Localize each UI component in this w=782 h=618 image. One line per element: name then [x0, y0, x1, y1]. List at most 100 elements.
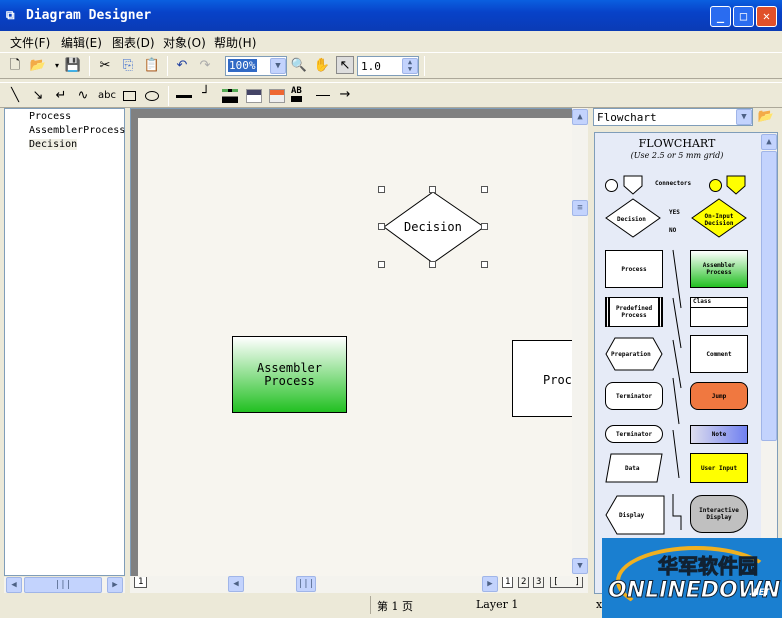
new-icon[interactable]: 🗋: [6, 57, 24, 75]
palette-class-shape[interactable]: Class: [690, 297, 748, 327]
chevron-down-icon[interactable]: ▼: [736, 109, 752, 125]
scroll-left-icon[interactable]: ◀: [228, 576, 244, 592]
rectangle-tool-icon[interactable]: [123, 91, 136, 101]
select-pointer-icon[interactable]: ↖: [336, 56, 354, 74]
palette-scrollbar[interactable]: ▲: [761, 133, 777, 593]
selection-handle[interactable]: [378, 223, 385, 230]
menu-edit[interactable]: 编辑(E): [61, 34, 102, 51]
flow-arrows: [672, 249, 682, 530]
connectors-label: Connectors: [655, 180, 692, 187]
load-palette-icon[interactable]: 📂: [757, 108, 775, 126]
scroll-thumb[interactable]: [761, 151, 777, 441]
scroll-down-icon[interactable]: ▼: [572, 558, 588, 574]
tree-item-decision[interactable]: Decision: [29, 139, 78, 150]
title-bar: ⧉ Diagram Designer _ □ ✕: [0, 0, 782, 31]
maximize-button[interactable]: □: [733, 6, 754, 27]
arrow-style-icon[interactable]: →: [336, 86, 354, 104]
palette-process-shape[interactable]: Process: [605, 250, 663, 288]
page-tab-3[interactable]: 3: [533, 577, 545, 588]
line-color-icon[interactable]: [222, 89, 238, 103]
hand-pan-icon[interactable]: ✋: [313, 57, 331, 75]
scroll-up-icon[interactable]: ▲: [761, 134, 777, 150]
scroll-right-icon[interactable]: ▶: [482, 576, 498, 592]
selection-handle[interactable]: [481, 261, 488, 268]
selection-handle[interactable]: [481, 186, 488, 193]
redo-icon[interactable]: ↷: [196, 57, 214, 75]
layer-tab[interactable]: 1: [134, 577, 148, 588]
open-icon[interactable]: 📂: [29, 57, 47, 75]
connector-tool-icon[interactable]: ↵: [52, 87, 70, 105]
connector-circle-shape[interactable]: [605, 179, 618, 192]
drawing-canvas[interactable]: Decision Assembler Process Proc: [138, 118, 582, 576]
palette-note-shape[interactable]: Note: [690, 425, 748, 444]
line-style-icon[interactable]: [316, 95, 330, 96]
selection-handle[interactable]: [378, 186, 385, 193]
page-tab-2[interactable]: 2: [518, 577, 530, 588]
palette-terminator-rounded-shape[interactable]: Terminator: [605, 425, 663, 443]
scroll-thumb[interactable]: |||: [296, 576, 316, 592]
arrow-tool-icon[interactable]: ↘: [29, 87, 47, 105]
selection-handle[interactable]: [429, 261, 436, 268]
scroll-right-icon[interactable]: ▶: [107, 577, 123, 593]
page-tab-new[interactable]: [ ]: [550, 577, 584, 588]
tree-horizontal-scrollbar[interactable]: ◀ ||| ▶: [4, 577, 125, 593]
assembler-process-shape[interactable]: Assembler Process: [232, 336, 347, 413]
line-width-input[interactable]: 1.0 ▲ ▼: [357, 56, 419, 76]
spinner-icon[interactable]: ▲ ▼: [402, 58, 418, 74]
menu-object[interactable]: 对象(O): [163, 34, 206, 51]
palette-predefined-shape[interactable]: Predefined Process: [605, 297, 663, 327]
line-thickness-icon[interactable]: [176, 95, 192, 98]
minimize-button[interactable]: _: [710, 6, 731, 27]
palette-select[interactable]: Flowchart ▼: [593, 108, 753, 126]
canvas-vertical-scrollbar[interactable]: ▲ ≡ ▼: [572, 108, 588, 576]
selection-handle[interactable]: [481, 223, 488, 230]
connector-pentagon-shape[interactable]: [623, 175, 643, 195]
zoom-magnifier-icon[interactable]: 🔍: [290, 57, 308, 75]
palette-terminator-shape[interactable]: Terminator: [605, 382, 663, 410]
palette-interactive-display-shape[interactable]: Interactive Display: [690, 495, 748, 533]
connector-pentagon-yellow-shape[interactable]: [726, 175, 746, 195]
selection-handle[interactable]: [378, 261, 385, 268]
text-color-tool[interactable]: AB: [291, 86, 302, 102]
scroll-up-icon[interactable]: ▲: [572, 109, 588, 125]
menu-help[interactable]: 帮助(H): [214, 34, 256, 51]
main-toolbar: 🗋 📂 ▾ 💾 ✂ ⎘ 📋 ↶ ↷ 100% ▼ 🔍 ✋ ↖ 1.0 ▲ ▼: [0, 52, 782, 79]
connector-circle-yellow-shape[interactable]: [709, 179, 722, 192]
palette-subtitle: (Use 2.5 or 5 mm grid): [630, 151, 724, 160]
palette-user-input-shape[interactable]: User Input: [690, 453, 748, 483]
curve-tool-icon[interactable]: ∿: [74, 87, 92, 105]
object-tree: Process AssemblerProcess Decision: [4, 108, 125, 576]
label: Data: [625, 465, 640, 472]
save-icon[interactable]: 💾: [64, 57, 82, 75]
text-tool[interactable]: abc: [98, 90, 116, 101]
menu-file[interactable]: 文件(F): [10, 34, 50, 51]
zoom-select[interactable]: 100% ▼: [225, 56, 287, 76]
copy-icon[interactable]: ⎘: [119, 57, 137, 75]
palette-comment-shape[interactable]: Comment: [690, 335, 748, 373]
window-title: Diagram Designer: [26, 8, 152, 23]
close-button[interactable]: ✕: [756, 6, 777, 27]
line-end-icon[interactable]: ┘: [197, 85, 215, 103]
scroll-thumb[interactable]: |||: [24, 577, 102, 593]
selection-handle[interactable]: [429, 186, 436, 193]
ellipse-tool-icon[interactable]: [145, 91, 159, 101]
undo-icon[interactable]: ↶: [173, 57, 191, 75]
palette-assembler-shape[interactable]: Assembler Process: [690, 250, 748, 288]
line-tool-icon[interactable]: ╲: [6, 87, 24, 105]
scroll-thumb[interactable]: ≡: [572, 200, 588, 216]
tree-item-assembler-process[interactable]: AssemblerProcess: [29, 125, 125, 136]
fill-color-icon[interactable]: [246, 89, 262, 103]
gradient-icon[interactable]: [269, 89, 285, 103]
page-tab-1[interactable]: 1: [502, 577, 514, 588]
tree-item-process[interactable]: Process: [29, 111, 71, 122]
paste-icon[interactable]: 📋: [143, 57, 161, 75]
label: Decision: [617, 216, 646, 223]
menu-diagram[interactable]: 图表(D): [112, 34, 155, 51]
palette-jump-shape[interactable]: Jump: [690, 382, 748, 410]
label: Preparation: [611, 351, 651, 358]
palette-title: FLOWCHART: [638, 137, 716, 150]
cut-icon[interactable]: ✂: [96, 57, 114, 75]
status-page: 第 1 页: [377, 600, 413, 613]
scroll-left-icon[interactable]: ◀: [6, 577, 22, 593]
chevron-down-icon[interactable]: ▼: [270, 58, 286, 74]
